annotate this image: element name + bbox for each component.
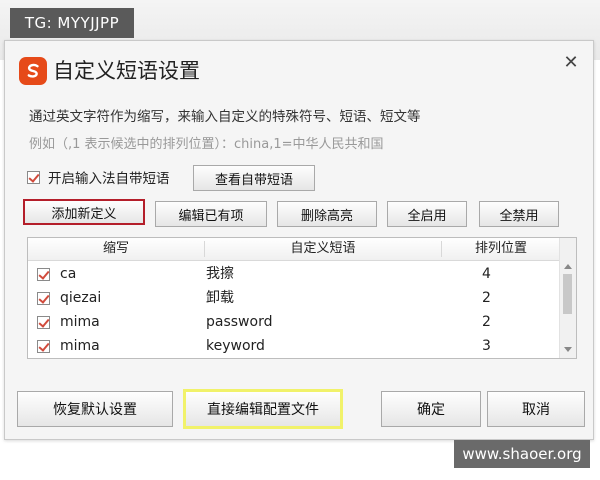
close-icon[interactable]: ✕ [561, 53, 581, 73]
table-row[interactable]: mima keyword 3 [28, 334, 560, 358]
row-abbr: mima [60, 314, 100, 330]
description-text: 通过英文字符作为缩写，来输入自定义的特殊符号、短语、短文等 [29, 109, 421, 125]
row-position: 4 [482, 266, 491, 282]
table-header: 缩写 自定义短语 排列位置 [28, 238, 560, 261]
phrase-table: 缩写 自定义短语 排列位置 ca 我擦 4 qiezai 卸载 2 mima p… [27, 237, 577, 359]
enable-builtin-checkbox[interactable] [27, 170, 40, 184]
row-abbr: mima [60, 338, 100, 354]
enable-builtin-label: 开启输入法自带短语 [48, 171, 170, 187]
example-text: 例如（,1 表示候选中的排列位置）：china,1=中华人民共和国 [29, 137, 384, 152]
title-bar: 自定义短语设置 ✕ [5, 41, 593, 103]
scroll-down-icon[interactable] [564, 347, 572, 352]
row-checkbox[interactable] [37, 292, 50, 305]
table-scrollbar[interactable] [559, 238, 576, 358]
row-abbr: qiezai [60, 290, 102, 306]
row-phrase: 我擦 [206, 266, 234, 282]
view-builtin-phrases-button[interactable]: 查看自带短语 [193, 165, 315, 191]
row-position: 2 [482, 290, 491, 306]
row-position: 2 [482, 314, 491, 330]
scroll-thumb[interactable] [563, 274, 572, 314]
restore-defaults-button[interactable]: 恢复默认设置 [17, 391, 173, 427]
row-abbr: ca [60, 266, 77, 282]
row-checkbox[interactable] [37, 268, 50, 281]
disable-all-button[interactable]: 全禁用 [479, 201, 559, 227]
ok-button[interactable]: 确定 [381, 391, 481, 427]
column-header-phrase[interactable]: 自定义短语 [205, 238, 441, 260]
custom-phrase-dialog: 自定义短语设置 ✕ 通过英文字符作为缩写，来输入自定义的特殊符号、短语、短文等 … [4, 40, 594, 440]
delete-highlight-button[interactable]: 删除高亮 [277, 201, 377, 227]
row-position: 3 [482, 338, 491, 354]
column-header-position[interactable]: 排列位置 [442, 238, 560, 260]
row-phrase: keyword [206, 338, 265, 354]
add-new-definition-button[interactable]: 添加新定义 [23, 199, 145, 225]
sogou-logo-icon [19, 57, 47, 85]
scroll-up-icon[interactable] [564, 264, 572, 269]
edit-existing-button[interactable]: 编辑已有项 [155, 201, 267, 227]
site-watermark: www.shaoer.org [454, 440, 590, 468]
enable-all-button[interactable]: 全启用 [387, 201, 467, 227]
cancel-button[interactable]: 取消 [487, 391, 585, 427]
row-checkbox[interactable] [37, 316, 50, 329]
dialog-title: 自定义短语设置 [53, 59, 200, 83]
row-checkbox[interactable] [37, 340, 50, 353]
column-header-abbr[interactable]: 缩写 [28, 238, 204, 260]
row-phrase: 卸载 [206, 290, 234, 306]
table-row[interactable]: ca 我擦 4 [28, 262, 560, 286]
table-row[interactable]: mima password 2 [28, 310, 560, 334]
enable-builtin-phrases-row[interactable]: 开启输入法自带短语 [27, 163, 170, 191]
tg-badge: TG: MYYJJPP [10, 8, 134, 38]
edit-config-file-button[interactable]: 直接编辑配置文件 [183, 389, 343, 429]
row-phrase: password [206, 314, 273, 330]
table-row[interactable]: qiezai 卸载 2 [28, 286, 560, 310]
